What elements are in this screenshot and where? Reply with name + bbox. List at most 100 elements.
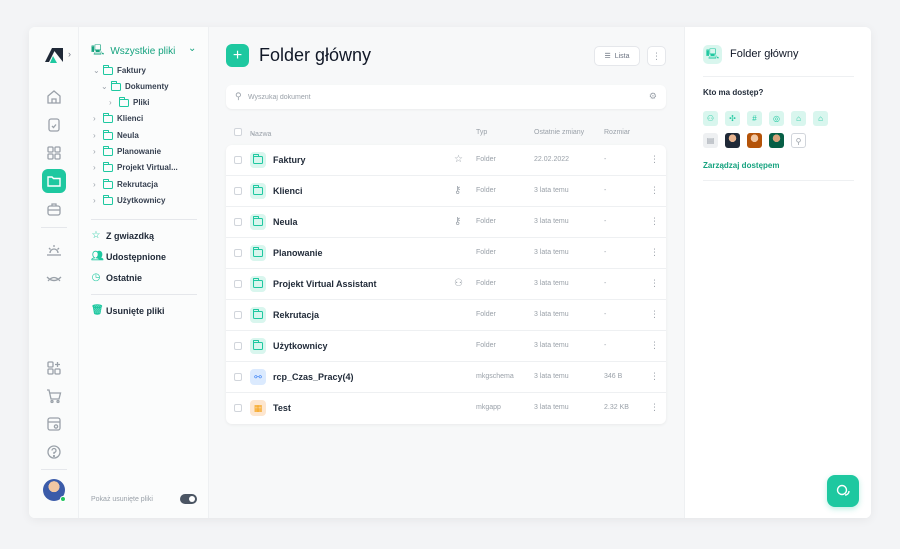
- tree-node-neula[interactable]: › Neula: [93, 129, 139, 140]
- logo-icon[interactable]: [43, 46, 65, 64]
- show-deleted-toggle[interactable]: [180, 494, 197, 504]
- chevron-down-icon[interactable]: ⌄: [101, 82, 108, 91]
- bank-icon[interactable]: ⌂: [791, 111, 806, 126]
- document-icon[interactable]: ▤: [703, 133, 718, 148]
- row-checkbox[interactable]: [234, 187, 242, 195]
- folder-icon[interactable]: [42, 169, 66, 193]
- user-avatar[interactable]: [769, 133, 784, 148]
- row-more-icon[interactable]: ⋮: [650, 216, 659, 227]
- grid-icon[interactable]: [44, 143, 64, 163]
- row-more-icon[interactable]: ⋮: [650, 154, 659, 165]
- help-icon[interactable]: [44, 442, 64, 462]
- table-row[interactable]: Planowanie Folder 3 lata temu - ⋮: [226, 238, 666, 269]
- home-icon[interactable]: ⌂: [813, 111, 828, 126]
- file-name[interactable]: Faktury: [273, 155, 306, 165]
- row-more-icon[interactable]: ⋮: [650, 247, 659, 258]
- tree-node-rekrutacja[interactable]: › Rekrutacja: [93, 178, 158, 189]
- table-row[interactable]: Faktury ☆ Folder 22.02.2022 - ⋮: [226, 145, 666, 176]
- row-checkbox[interactable]: [234, 342, 242, 350]
- file-name[interactable]: Użytkownicy: [273, 341, 328, 351]
- tree-node-faktury[interactable]: ⌄ Faktury: [93, 64, 146, 75]
- table-row[interactable]: Klienci ⚷ Folder 3 lata temu - ⋮: [226, 176, 666, 207]
- row-more-icon[interactable]: ⋮: [650, 371, 659, 382]
- nav-deleted[interactable]: 🗑︎ Usunięte pliki: [91, 305, 165, 316]
- row-more-icon[interactable]: ⋮: [650, 278, 659, 289]
- settings-panel-icon[interactable]: [44, 414, 64, 434]
- tree-root[interactable]: 🖳 Wszystkie pliki ⌄: [91, 43, 196, 60]
- file-name[interactable]: Planowanie: [273, 248, 323, 258]
- tree-node-klienci[interactable]: › Klienci: [93, 112, 143, 123]
- add-user-icon[interactable]: ⚲: [791, 133, 806, 148]
- eye-icon[interactable]: [44, 269, 64, 289]
- column-name[interactable]: Nazwa ⌄: [250, 129, 271, 138]
- tree-node-planowanie[interactable]: › Planowanie: [93, 145, 161, 156]
- table-row[interactable]: Neula ⚷ Folder 3 lata temu - ⋮: [226, 207, 666, 238]
- table-row[interactable]: ⚯ rcp_Czas_Pracy(4) mkgschema 3 lata tem…: [226, 362, 666, 393]
- view-mode-button[interactable]: ☰ Lista: [594, 46, 640, 66]
- file-name[interactable]: Neula: [273, 217, 298, 227]
- group-users-icon[interactable]: ⚇: [703, 111, 718, 126]
- tree-node-uzytkownicy[interactable]: › Użytkownicy: [93, 194, 165, 205]
- row-more-icon[interactable]: ⋮: [650, 340, 659, 351]
- chat-icon[interactable]: ◎: [769, 111, 784, 126]
- chat-button[interactable]: [827, 475, 859, 507]
- row-checkbox[interactable]: [234, 218, 242, 226]
- user-avatar[interactable]: [747, 133, 762, 148]
- row-more-icon[interactable]: ⋮: [650, 185, 659, 196]
- access-question: Kto ma dostęp?: [703, 88, 764, 97]
- row-checkbox[interactable]: [234, 404, 242, 412]
- search-input[interactable]: [248, 89, 628, 105]
- connections-icon[interactable]: ✣: [725, 111, 740, 126]
- home-icon[interactable]: [44, 87, 64, 107]
- chevron-right-icon[interactable]: ›: [93, 114, 99, 123]
- chevron-down-icon[interactable]: ⌄: [188, 43, 196, 54]
- add-app-icon[interactable]: [44, 358, 64, 378]
- hashtag-icon[interactable]: #: [747, 111, 762, 126]
- file-name[interactable]: Projekt Virtual Assistant: [273, 279, 377, 289]
- tree-node-pliki[interactable]: › Pliki: [109, 96, 149, 107]
- file-name[interactable]: Rekrutacja: [273, 310, 319, 320]
- more-options-button[interactable]: ⋮: [647, 46, 666, 66]
- column-size[interactable]: Rozmiar: [604, 129, 630, 136]
- select-all-checkbox[interactable]: [234, 128, 242, 136]
- star-icon[interactable]: ☆: [454, 154, 463, 165]
- chevron-right-icon[interactable]: ›: [68, 49, 71, 59]
- row-checkbox[interactable]: [234, 156, 242, 164]
- row-more-icon[interactable]: ⋮: [650, 402, 659, 413]
- nav-shared[interactable]: 👥︎ Udostępnione: [91, 251, 166, 262]
- file-name[interactable]: Test: [273, 403, 291, 413]
- tree-node-projekt-virtual[interactable]: › Projekt Virtual...: [93, 161, 178, 172]
- sunrise-icon[interactable]: [44, 240, 64, 260]
- filter-icon[interactable]: ⚙: [649, 91, 657, 102]
- row-checkbox[interactable]: [234, 280, 242, 288]
- nav-recent[interactable]: ◷ Ostatnie: [91, 272, 142, 283]
- chevron-down-icon[interactable]: ⌄: [93, 66, 100, 75]
- divider: [41, 227, 67, 228]
- tree-node-dokumenty[interactable]: ⌄ Dokumenty: [101, 80, 169, 91]
- chevron-right-icon[interactable]: ›: [93, 180, 99, 189]
- row-checkbox[interactable]: [234, 373, 242, 381]
- nav-starred[interactable]: ☆ Z gwiazdką: [91, 230, 155, 241]
- document-icon[interactable]: [44, 115, 64, 135]
- table-row[interactable]: ▦ Test mkgapp 3 lata temu 2.32 KB ⋮: [226, 393, 666, 424]
- cart-icon[interactable]: [44, 386, 64, 406]
- manage-access-link[interactable]: Zarządzaj dostępem: [703, 161, 779, 170]
- column-type[interactable]: Typ: [476, 129, 487, 136]
- add-button[interactable]: +: [226, 44, 249, 67]
- row-more-icon[interactable]: ⋮: [650, 309, 659, 320]
- table-row[interactable]: Użytkownicy Folder 3 lata temu - ⋮: [226, 331, 666, 362]
- table-row[interactable]: Projekt Virtual Assistant ⚇ Folder 3 lat…: [226, 269, 666, 300]
- column-modified[interactable]: Ostatnie zmiany: [534, 129, 584, 136]
- chevron-right-icon[interactable]: ›: [93, 196, 99, 205]
- row-checkbox[interactable]: [234, 249, 242, 257]
- user-avatar[interactable]: [725, 133, 740, 148]
- chevron-right-icon[interactable]: ›: [93, 147, 99, 156]
- chevron-right-icon[interactable]: ›: [109, 98, 115, 107]
- briefcase-icon[interactable]: [44, 199, 64, 219]
- row-checkbox[interactable]: [234, 311, 242, 319]
- table-row[interactable]: Rekrutacja Folder 3 lata temu - ⋮: [226, 300, 666, 331]
- file-name[interactable]: rcp_Czas_Pracy(4): [273, 372, 354, 382]
- chevron-right-icon[interactable]: ›: [93, 131, 99, 140]
- file-name[interactable]: Klienci: [273, 186, 303, 196]
- chevron-right-icon[interactable]: ›: [93, 163, 99, 172]
